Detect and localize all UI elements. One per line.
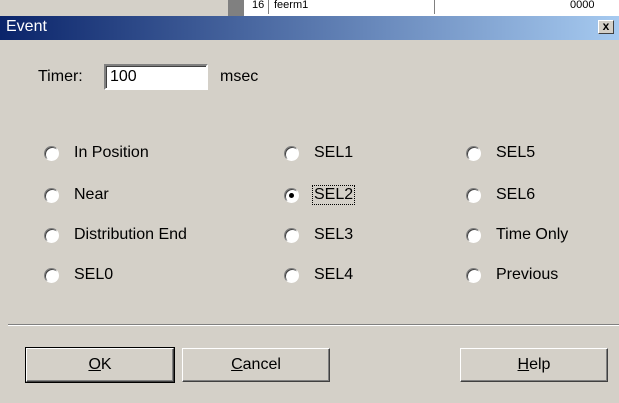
radio-button-icon[interactable] — [466, 227, 481, 243]
radio-sel3[interactable]: SEL3 — [284, 224, 354, 246]
radio-sel6[interactable]: SEL6 — [466, 184, 536, 206]
timer-unit-label: msec — [220, 68, 259, 85]
radio-label: SEL1 — [314, 144, 354, 161]
radio-label: In Position — [74, 144, 149, 161]
radio-label: SEL6 — [496, 186, 536, 203]
radio-button-icon[interactable] — [44, 267, 59, 283]
radio-sel4[interactable]: SEL4 — [284, 264, 354, 286]
radio-time-only[interactable]: Time Only — [466, 224, 569, 246]
cancel-button[interactable]: Cancel — [182, 348, 330, 382]
dialog-separator — [8, 324, 619, 326]
help-label: elp — [529, 356, 551, 373]
background-window-scrollbar — [228, 0, 244, 16]
radio-sel0[interactable]: SEL0 — [44, 264, 114, 286]
timer-input[interactable] — [104, 64, 208, 90]
radio-button-icon[interactable] — [284, 267, 299, 283]
dialog-title: Event — [6, 18, 47, 35]
radio-label: SEL4 — [314, 266, 354, 283]
close-button[interactable]: x — [598, 20, 614, 34]
close-icon: x — [602, 19, 610, 33]
radio-label: SEL0 — [74, 266, 114, 283]
ok-mnemonic: O — [88, 356, 101, 373]
radio-button-selected-icon[interactable] — [284, 187, 299, 203]
help-button[interactable]: Help — [460, 348, 608, 382]
radio-previous[interactable]: Previous — [466, 264, 559, 286]
radio-distribution-end[interactable]: Distribution End — [44, 224, 188, 246]
radio-button-icon[interactable] — [284, 227, 299, 243]
timer-label: Timer: — [38, 68, 83, 85]
background-table-cell: 16 — [248, 0, 269, 14]
ok-button[interactable]: OK — [25, 347, 175, 383]
background-window-panel — [0, 0, 228, 16]
radio-in-position[interactable]: In Position — [44, 142, 150, 164]
radio-label: Distribution End — [74, 226, 187, 243]
radio-sel1[interactable]: SEL1 — [284, 142, 354, 164]
background-table-cell: feerm1 — [270, 0, 435, 14]
radio-sel5[interactable]: SEL5 — [466, 142, 536, 164]
dialog-titlebar[interactable]: Event x — [0, 16, 619, 40]
cancel-label: ancel — [242, 356, 281, 373]
radio-button-icon[interactable] — [44, 187, 59, 203]
radio-button-icon[interactable] — [284, 145, 299, 161]
radio-label: Near — [74, 186, 109, 203]
radio-sel2[interactable]: SEL2 — [284, 184, 356, 206]
radio-label: Time Only — [496, 226, 569, 243]
background-table-cell: 0000 — [566, 0, 619, 14]
radio-button-icon[interactable] — [466, 187, 481, 203]
radio-label: SEL2 — [311, 185, 356, 205]
help-mnemonic: H — [517, 356, 530, 373]
radio-near[interactable]: Near — [44, 184, 110, 206]
radio-button-icon[interactable] — [44, 145, 59, 161]
radio-label: SEL5 — [496, 144, 536, 161]
radio-label: SEL3 — [314, 226, 354, 243]
cancel-mnemonic: C — [231, 356, 243, 373]
radio-label: Previous — [496, 266, 559, 283]
radio-button-icon[interactable] — [44, 227, 59, 243]
radio-button-icon[interactable] — [466, 145, 481, 161]
event-dialog: Timer: msec In Position Near Distributio… — [0, 40, 619, 403]
ok-label: K — [100, 356, 112, 373]
radio-button-icon[interactable] — [466, 267, 481, 283]
